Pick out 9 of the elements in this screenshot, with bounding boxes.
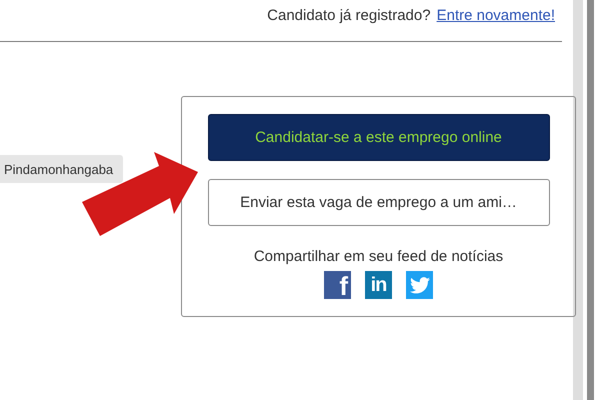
bird-icon[interactable] [406, 271, 433, 299]
send-to-friend-button[interactable]: Enviar esta vaga de emprego a um ami… [208, 179, 550, 226]
registered-question: Candidato já registrado? [267, 6, 431, 24]
linkedin-icon[interactable]: in [365, 271, 392, 299]
share-label: Compartilhar em seu feed de notícias [254, 248, 504, 265]
login-link[interactable]: Entre novamente! [436, 6, 555, 24]
location-tag: Pindamonhangaba [0, 155, 124, 183]
apply-button[interactable]: Candidatar-se a este emprego online [208, 114, 550, 161]
facebook-icon[interactable]: f [324, 271, 351, 299]
